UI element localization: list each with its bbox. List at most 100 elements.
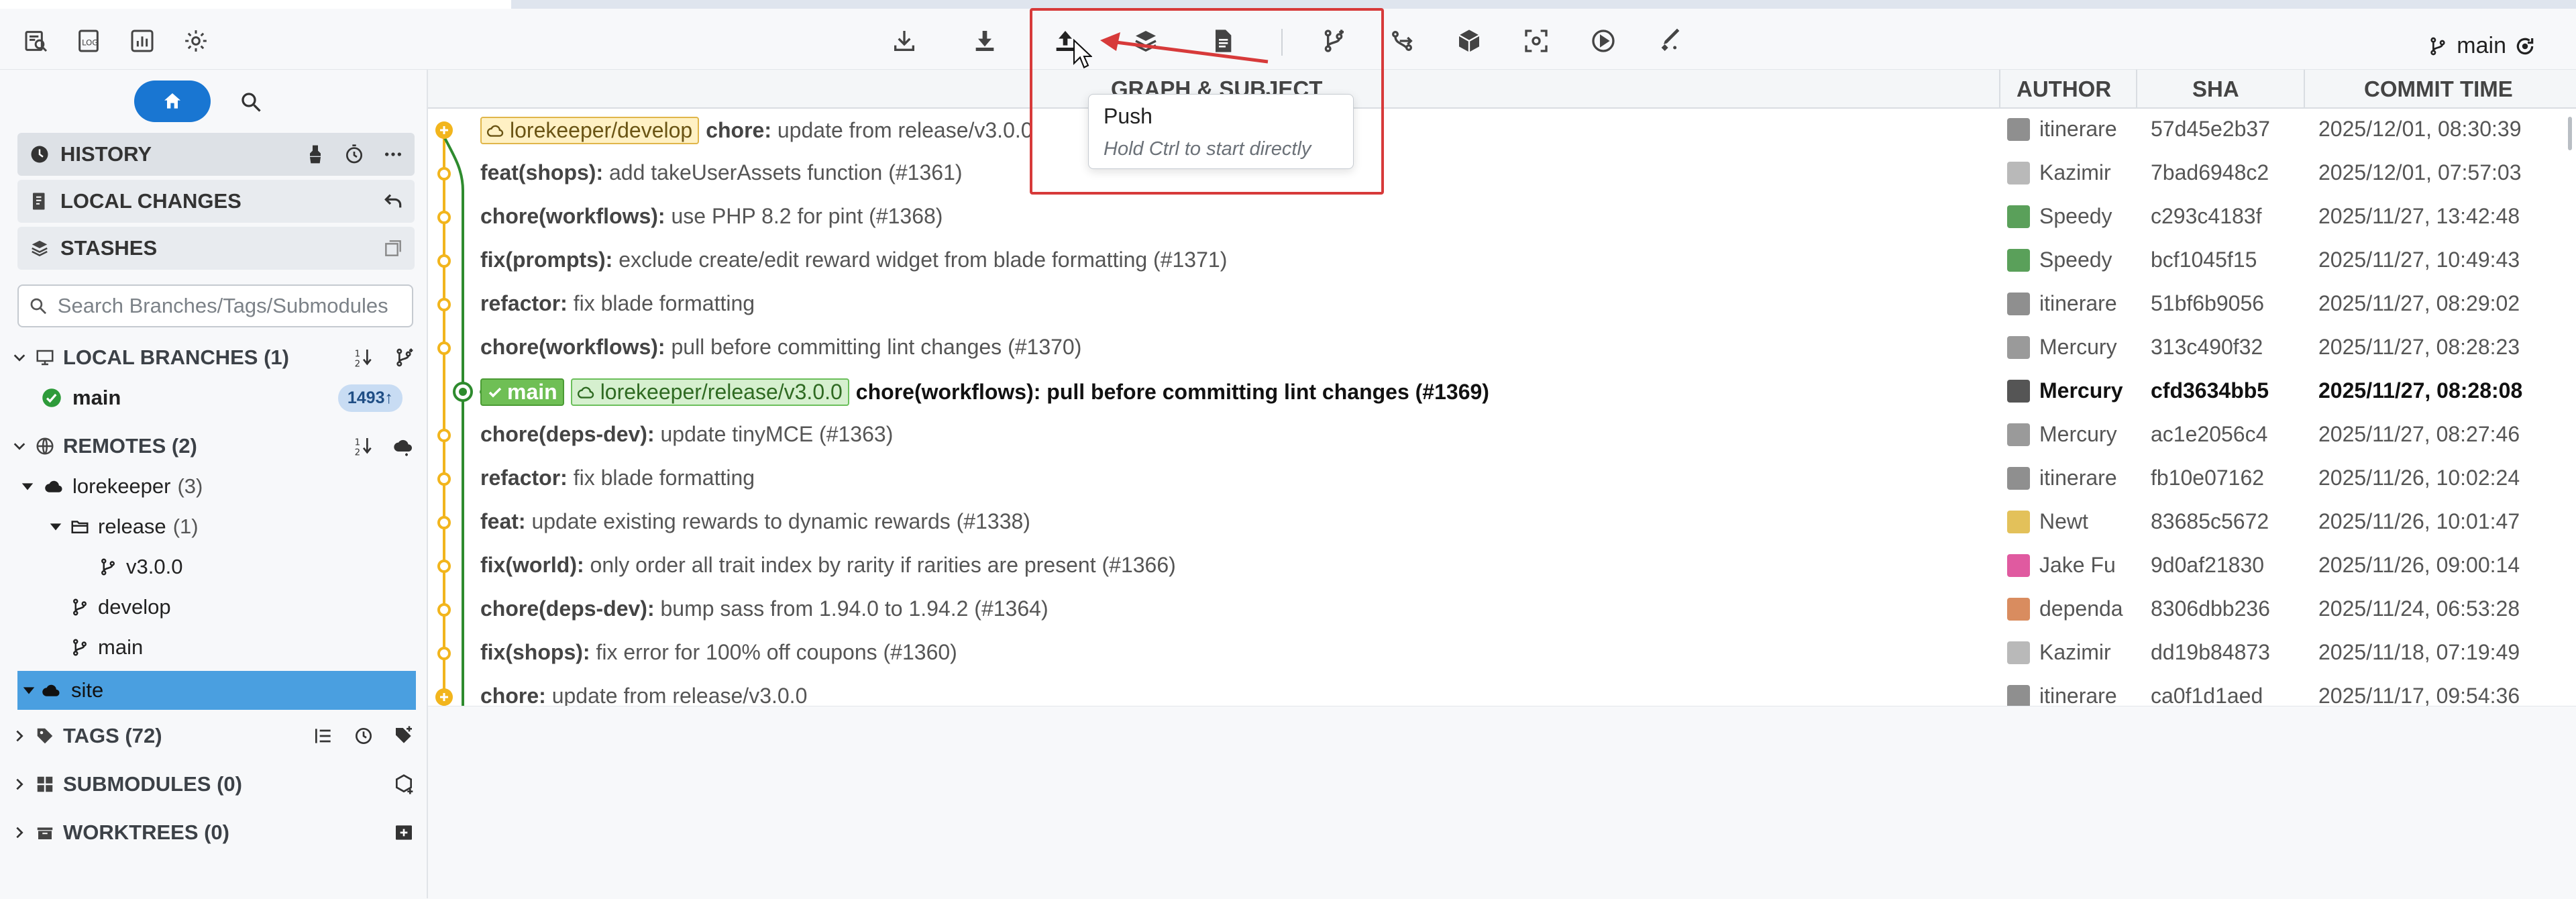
screenshot-icon[interactable] [1519,23,1554,58]
cleanup-icon[interactable] [1653,23,1688,58]
search-icon[interactable] [239,90,263,114]
remote-name: site [71,678,104,702]
fetch-icon[interactable] [887,23,922,58]
panel-stashes[interactable]: STASHES [17,227,415,270]
commit-sha[interactable]: ca0f1d1aed [2151,684,2263,706]
add-submodule-icon[interactable] [393,774,415,795]
pull-icon[interactable] [967,23,1002,58]
stats-icon[interactable] [125,23,160,58]
merge-icon[interactable] [1385,23,1419,58]
sidebar-folder-release[interactable]: release (1) [0,507,427,546]
column-divider[interactable] [1999,70,2000,107]
section-tags[interactable]: TAGS (72) [0,717,427,755]
panel-local-changes[interactable]: LOCAL CHANGES [17,180,415,223]
table-row[interactable]: lorekeeper/develop chore: update from rel… [428,109,2576,152]
log-icon[interactable]: LOG [71,23,106,58]
new-tag-icon[interactable] [393,725,415,747]
column-divider[interactable] [2136,70,2137,107]
table-row[interactable]: chore(workflows): use PHP 8.2 for pint (… [428,196,2576,240]
more-icon[interactable] [382,144,404,165]
new-branch-icon[interactable] [393,347,415,368]
section-submodules[interactable]: SUBMODULES (0) [0,765,427,804]
sidebar-branch-develop[interactable]: develop [0,588,427,627]
table-row[interactable]: chore(workflows): pull before committing… [428,327,2576,370]
table-row[interactable]: fix(world): only order all trait index b… [428,545,2576,588]
table-row[interactable]: fix(shops): fix error for 100% off coupo… [428,632,2576,676]
table-row[interactable]: chore: update from release/v3.0.0 itinera… [428,676,2576,706]
commit-message: refactor: fix blade formatting [480,466,755,490]
table-row[interactable]: chore(deps-dev): update tinyMCE (#1363) M… [428,414,2576,458]
column-header-author[interactable]: AUTHOR [2017,76,2111,102]
table-row[interactable]: feat: update existing rewards to dynamic… [428,501,2576,545]
head-branch-tag[interactable]: main [480,378,564,406]
commit-sha[interactable]: 313c490f32 [2151,335,2263,360]
commit-sha[interactable]: cfd3634bb5 [2151,378,2269,403]
panel-history[interactable]: HISTORY [17,133,415,176]
commit-sha[interactable]: ac1e2056c4 [2151,422,2267,447]
section-remotes-label: REMOTES (2) [63,434,197,458]
commit-message-text: pull before committing lint changes (#13… [665,335,1082,359]
sort-icon[interactable]: 12 [353,435,374,457]
timer-icon[interactable] [343,144,365,165]
refresh-icon[interactable] [2514,36,2536,57]
archive-icon[interactable] [1452,23,1487,58]
commit-sha[interactable]: 8306dbb236 [2151,596,2270,621]
add-remote-icon[interactable] [393,435,415,457]
section-remotes[interactable]: REMOTES (2) 12 [0,427,427,466]
column-header-sha[interactable]: SHA [2192,76,2239,102]
sidebar-remote-lorekeeper[interactable]: lorekeeper (3) [0,467,427,506]
scrollbar[interactable] [2568,117,2572,150]
active-tab[interactable] [0,0,511,9]
author-name: Speedy [2039,248,2112,272]
sort-time-icon[interactable] [353,725,374,747]
settings-icon[interactable] [178,23,213,58]
sidebar-branch-v3[interactable]: v3.0.0 [0,547,427,586]
sort-icon[interactable]: 12 [353,347,374,368]
remote-branch-tag[interactable]: lorekeeper/release/v3.0.0 [570,378,849,406]
clear-stashes-icon[interactable] [382,237,404,259]
commit-sha[interactable]: 7bad6948c2 [2151,160,2269,185]
commit-sha[interactable]: 51bf6b9056 [2151,291,2264,316]
table-row[interactable]: chore(deps-dev): bump sass from 1.94.0 t… [428,588,2576,632]
commit-author: Newt [2007,509,2128,534]
open-repo-icon[interactable] [19,23,54,58]
commit-sha[interactable]: c293c4183f [2151,204,2261,229]
section-worktrees[interactable]: WORKTREES (0) [0,813,427,852]
table-row[interactable]: feat(shops): add takeUserAssets function… [428,152,2576,196]
branch-search-field[interactable] [17,284,413,327]
table-row[interactable]: fix(prompts): exclude create/edit reward… [428,240,2576,283]
commit-time: 2025/11/27, 08:28:08 [2318,378,2523,403]
column-header-time[interactable]: COMMIT TIME [2364,76,2513,102]
svg-text:2: 2 [355,447,360,457]
home-button[interactable] [134,81,211,122]
chevron-right-icon [16,778,23,790]
commit-sha[interactable]: 57d45e2b37 [2151,117,2270,142]
commit-sha[interactable]: fb10e07162 [2151,466,2264,490]
current-branch-indicator[interactable]: main [2427,33,2536,59]
table-row[interactable]: refactor: fix blade formatting itinerare f… [428,458,2576,501]
commit-sha[interactable]: 9d0af21830 [2151,553,2264,578]
section-local-branches[interactable]: LOCAL BRANCHES (1) 12 [0,338,427,377]
avatar [2007,205,2030,228]
commit-sha[interactable]: bcf1045f15 [2151,248,2257,272]
sidebar-branch-remote-main[interactable]: main [0,628,427,667]
tree-view-icon[interactable] [313,725,334,747]
cloud-icon [45,480,62,492]
clean-icon[interactable] [305,144,326,165]
sidebar-branch-main[interactable]: main 1493↑ [0,378,427,417]
commit-sha[interactable]: 83685c5672 [2151,509,2269,534]
branch-search-input[interactable] [56,293,412,319]
annotation-arrow [1100,32,1269,64]
table-row[interactable]: main lorekeeper/release/v3.0.0 chore(workf… [428,370,2576,414]
add-worktree-icon[interactable] [393,822,415,843]
commit-subject: main lorekeeper/release/v3.0.0 chore(workf… [480,378,1489,406]
table-row[interactable]: refactor: fix blade formatting itinerare 5… [428,283,2576,327]
run-icon[interactable] [1586,23,1621,58]
commit-sha[interactable]: dd19b84873 [2151,640,2270,665]
column-divider[interactable] [2304,70,2305,107]
discard-icon[interactable] [382,191,404,212]
remote-branch-tag[interactable]: lorekeeper/develop [480,117,700,144]
caret-down-icon [21,483,34,490]
sidebar-remote-site[interactable]: site [17,671,416,710]
avatar [2007,684,2030,706]
